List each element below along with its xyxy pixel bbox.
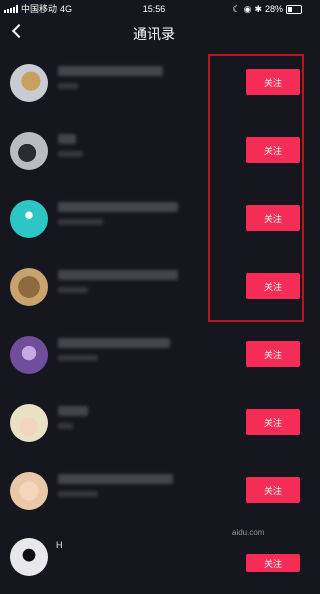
blurred-subtitle (58, 151, 83, 157)
alarm-icon: ◉ (243, 4, 252, 14)
follow-button[interactable]: 关注 (246, 341, 300, 367)
avatar[interactable] (10, 132, 48, 170)
avatar[interactable] (10, 268, 48, 306)
battery-icon (286, 4, 302, 14)
follow-button[interactable]: 关注 (246, 409, 300, 435)
page-title: 通讯录 (133, 26, 175, 42)
blurred-subtitle (58, 423, 73, 429)
status-right: ☾ ◉ ✱ 28% (232, 0, 302, 18)
avatar[interactable] (10, 472, 48, 510)
blurred-name (58, 338, 170, 348)
avatar[interactable] (10, 200, 48, 238)
blurred-subtitle (58, 219, 103, 225)
blurred-subtitle (58, 287, 88, 293)
avatar[interactable] (10, 538, 48, 576)
status-bar: 中国移动 4G 15:56 ☾ ◉ ✱ 28% (0, 0, 308, 18)
watermark: aidu.com (232, 528, 265, 537)
blurred-name (58, 406, 88, 416)
contact-name: H (56, 540, 63, 550)
battery-percent: 28% (264, 4, 283, 14)
bluetooth-icon: ✱ (254, 4, 262, 14)
follow-button[interactable]: 关注 (246, 554, 300, 572)
contact-row: 关注 (0, 458, 308, 526)
blurred-subtitle (58, 83, 78, 89)
avatar[interactable] (10, 336, 48, 374)
moon-icon: ☾ (232, 4, 241, 14)
blurred-subtitle (58, 491, 98, 497)
blurred-name (58, 202, 178, 212)
contact-row: 关注 (0, 390, 308, 458)
highlight-box (208, 54, 304, 322)
blurred-name (58, 270, 178, 280)
blurred-subtitle (58, 355, 98, 361)
blurred-name (58, 134, 76, 144)
blurred-name (58, 66, 163, 76)
blurred-name (58, 474, 173, 484)
avatar[interactable] (10, 64, 48, 102)
avatar[interactable] (10, 404, 48, 442)
nav-bar: 通讯录 (0, 18, 308, 48)
contact-row: 关注 (0, 322, 308, 390)
follow-button[interactable]: 关注 (246, 477, 300, 503)
